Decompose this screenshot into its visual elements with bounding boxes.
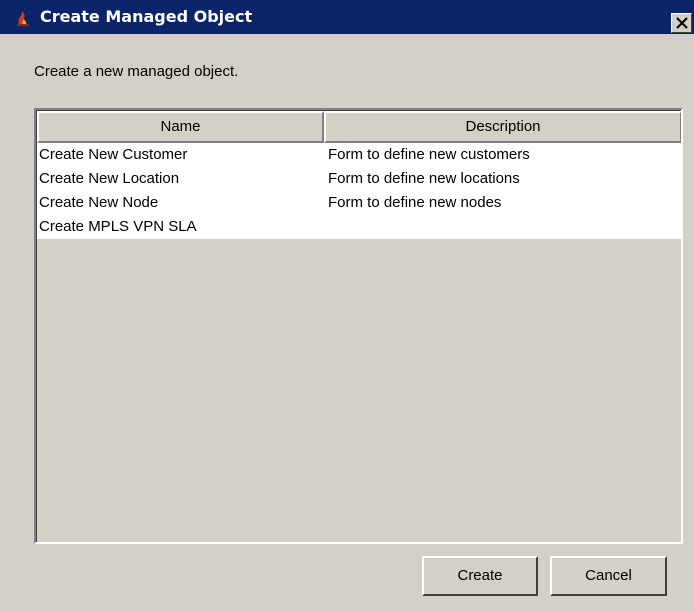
column-header-description[interactable]: Description [324, 111, 681, 143]
cell-name: Create New Location [39, 170, 180, 187]
cell-name: Create New Node [39, 194, 159, 211]
cell-description: Form to define new customers [328, 146, 530, 163]
table-row[interactable]: Create New Customer Form to define new c… [37, 143, 681, 167]
cell-name: Create New Customer [39, 146, 188, 163]
table-body: Create New Customer Form to define new c… [37, 143, 681, 239]
table-row[interactable]: Create MPLS VPN SLA [37, 215, 681, 239]
cancel-button[interactable]: Cancel [550, 556, 667, 596]
table-row[interactable]: Create New Location Form to define new l… [37, 167, 681, 191]
table-header: Name Description [37, 111, 681, 143]
column-header-name[interactable]: Name [37, 111, 324, 143]
dialog-description: Create a new managed object. [34, 63, 239, 80]
create-managed-object-dialog: Create Managed Object Create a new manag… [0, 0, 694, 611]
table-row[interactable]: Create New Node Form to define new nodes [37, 191, 681, 215]
cell-description [328, 215, 680, 239]
create-button[interactable]: Create [422, 556, 538, 596]
close-button[interactable] [671, 13, 692, 33]
cell-description: Form to define new locations [328, 170, 520, 187]
managed-object-table: Name Description Create New Customer For… [34, 108, 683, 544]
close-icon [676, 17, 688, 29]
cell-name: Create MPLS VPN SLA [39, 218, 197, 235]
java-app-icon [14, 9, 32, 27]
cell-description: Form to define new nodes [328, 194, 502, 211]
title-bar[interactable]: Create Managed Object [0, 0, 694, 34]
window-title: Create Managed Object [40, 7, 253, 26]
